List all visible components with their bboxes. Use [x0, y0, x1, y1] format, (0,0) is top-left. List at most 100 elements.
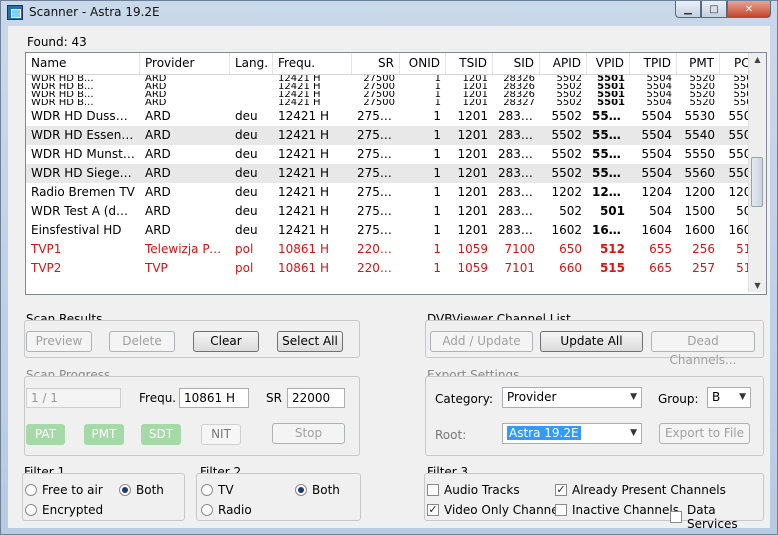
root-dropdown-icon[interactable]: ▼ — [630, 424, 637, 443]
table-cell: 5501 — [592, 166, 626, 180]
encrypted-radio[interactable]: Encrypted — [25, 503, 103, 517]
table-cell: 27500 — [357, 223, 396, 237]
check-icon: ✓ — [555, 483, 567, 496]
maximize-button[interactable]: □ — [701, 1, 727, 18]
preview-button[interactable]: Preview — [26, 331, 92, 352]
table-cell: deu — [235, 166, 258, 180]
table-cell: ARD — [145, 204, 171, 218]
column-header[interactable]: TSID — [446, 53, 493, 74]
category-dropdown-icon[interactable]: ▼ — [630, 388, 637, 407]
table-row[interactable]: WDR HD Essen (d... ARD deu 12421 H 27500 1 120… — [26, 126, 764, 145]
group-select[interactable]: B ▼ — [707, 387, 751, 408]
table-cell: WDR HD Siegen (... — [31, 166, 140, 180]
column-header[interactable]: SR — [352, 53, 400, 74]
column-header[interactable]: SID — [493, 53, 540, 74]
progress-field: 1 / 1 — [26, 388, 121, 408]
table-cell: 5501 — [597, 99, 625, 107]
column-header[interactable]: ONID — [400, 53, 446, 74]
sr-label: SR — [266, 391, 282, 405]
column-header[interactable]: Provider — [140, 53, 230, 74]
column-header[interactable]: Lang. — [230, 53, 273, 74]
table-row[interactable]: Einsfestival HD ARD deu 12421 H 27500 1 1201 28… — [26, 221, 764, 240]
table-cell: deu — [235, 128, 258, 142]
export-to-file-button[interactable]: Export to File — [659, 423, 750, 444]
table-cell: 5520 — [689, 91, 715, 99]
table-cell: 665 — [649, 261, 672, 275]
table-cell: 28385 — [498, 185, 537, 199]
table-row[interactable]: WDR HD Munster ... ARD deu 12421 H 27500 1 120… — [26, 145, 764, 164]
filter2-both-radio[interactable]: Both — [295, 483, 340, 497]
close-button[interactable]: ✕ — [727, 1, 771, 18]
table-cell: 5504 — [646, 99, 672, 107]
title-bar[interactable]: Scanner - Astra 19.2E ▁ □ ✕ — [1, 1, 777, 25]
clear-button[interactable]: Clear — [193, 331, 259, 352]
table-cell: TVP2 — [31, 261, 62, 275]
select-all-button[interactable]: Select All — [277, 331, 343, 352]
sr-field[interactable]: 22000 — [287, 388, 345, 408]
column-header[interactable]: TPID — [630, 53, 677, 74]
update-all-button[interactable]: Update All — [540, 331, 643, 352]
scroll-up-icon[interactable]: ▲ — [749, 55, 766, 64]
table-cell: 1 — [433, 261, 441, 275]
table-cell: 5520 — [689, 83, 715, 91]
table-cell: 28329 — [498, 128, 537, 142]
minimize-button[interactable]: ▁ — [675, 1, 701, 18]
column-header[interactable]: Name — [26, 53, 140, 74]
table-row[interactable]: WDR HD B... ARD 12421 H 27500 1 1201 28326 5502… — [26, 83, 764, 91]
free-to-air-radio[interactable]: Free to air — [25, 483, 103, 497]
table-cell: WDR HD Munster ... — [31, 147, 140, 161]
table-cell: 5504 — [641, 147, 672, 161]
table-cell: 5502 — [556, 75, 582, 83]
root-select[interactable]: Astra 19.2E ▼ — [502, 423, 642, 444]
table-row[interactable]: WDR HD Dusseldo... ARD deu 12421 H 27500 1 120… — [26, 107, 764, 126]
table-cell: 1059 — [457, 261, 488, 275]
frequ-field[interactable]: 10861 H — [179, 388, 249, 408]
table-row[interactable]: WDR HD B... ARD 12421 H 27500 1 1201 28327 5502… — [26, 99, 764, 107]
table-cell: 12421 H — [278, 109, 330, 123]
video-only-checkbox[interactable]: ✓ Video Only Channel — [427, 503, 562, 517]
table-cell — [230, 99, 273, 107]
data-services-checkbox[interactable]: Data Services — [670, 503, 770, 531]
table-cell: 22000 — [357, 242, 396, 256]
category-select[interactable]: Provider ▼ — [502, 387, 642, 408]
filter1-both-radio[interactable]: Both — [119, 483, 164, 497]
column-header[interactable]: PMT — [677, 53, 720, 74]
audio-tracks-checkbox[interactable]: Audio Tracks — [427, 483, 520, 497]
table-row[interactable]: WDR HD B... ARD 12421 H 27500 1 1201 28326 5502… — [26, 75, 764, 83]
table-row[interactable]: TVP1 Telewizja Pol... pol 10861 H 22000 1 1059… — [26, 240, 764, 259]
column-header[interactable]: VPID — [587, 53, 630, 74]
already-present-checkbox[interactable]: ✓ Already Present Channels — [555, 483, 726, 497]
table-cell: ARD — [145, 75, 167, 83]
table-cell: 1201 — [462, 99, 488, 107]
table-row[interactable]: WDR HD B... ARD 12421 H 27500 1 1201 28326 5502… — [26, 91, 764, 99]
table-cell: 1 — [434, 91, 441, 99]
scroll-thumb[interactable] — [751, 157, 763, 207]
column-header[interactable]: APID — [540, 53, 587, 74]
column-header[interactable]: Frequ. — [273, 53, 352, 74]
table-cell: 5504 — [646, 91, 672, 99]
inactive-channels-checkbox[interactable]: Inactive Channels — [555, 503, 679, 517]
table-cell: 27500 — [357, 109, 396, 123]
table-cell: 27500 — [357, 185, 396, 199]
table-cell: 28395 — [498, 204, 537, 218]
delete-button[interactable]: Delete — [109, 331, 175, 352]
scroll-down-icon[interactable]: ▼ — [749, 281, 766, 290]
table-cell: 1204 — [641, 185, 672, 199]
add-update-button[interactable]: Add / Update — [430, 331, 533, 352]
channel-list[interactable]: Name Provider Lang. Frequ. SR ONID TSID SID APID… — [25, 52, 767, 295]
table-row[interactable]: Radio Bremen TV ARD deu 12421 H 27500 1 1201 28… — [26, 183, 764, 202]
table-row[interactable]: WDR Test A (deu) ARD deu 12421 H 27500 1 1201 2… — [26, 202, 764, 221]
table-cell: 5501 — [592, 147, 626, 161]
vertical-scrollbar[interactable]: ▲ ▼ — [748, 53, 766, 292]
radio-radio[interactable]: Radio — [201, 503, 252, 517]
tv-radio[interactable]: TV — [201, 483, 234, 497]
table-row[interactable]: TVP2 TVP pol 10861 H 22000 1 1059 7101 660 515 665… — [26, 259, 764, 278]
table-cell: ARD — [145, 223, 171, 237]
table-cell: 5502 — [551, 166, 582, 180]
table-row[interactable]: WDR HD Siegen (... ARD deu 12421 H 27500 1 120… — [26, 164, 764, 183]
group-dropdown-icon[interactable]: ▼ — [739, 388, 746, 407]
table-cell: 28327 — [503, 99, 535, 107]
table-cell: 27500 — [357, 147, 396, 161]
stop-button[interactable]: Stop — [272, 423, 345, 444]
dead-channels-button[interactable]: Dead Channels... — [651, 331, 755, 367]
